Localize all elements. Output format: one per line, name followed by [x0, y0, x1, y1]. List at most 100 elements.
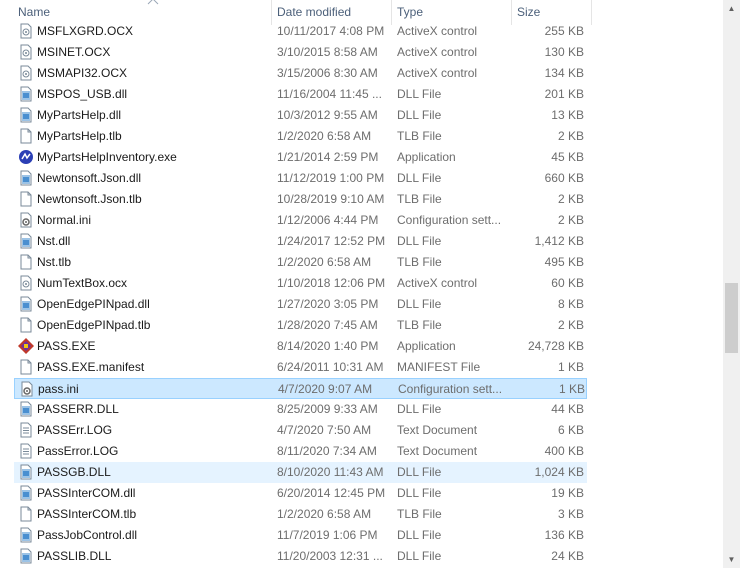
file-date-modified: 1/10/2018 12:06 PM [277, 276, 386, 290]
file-name: MyPartsHelpInventory.exe [37, 150, 177, 164]
file-row[interactable]: PassError.LOG 8/11/2020 7:34 AM Text Docum… [14, 441, 587, 462]
file-size: 1,412 KB [534, 234, 584, 248]
file-name: Nst.tlb [37, 255, 72, 269]
dll-file-icon [18, 485, 34, 501]
file-row[interactable]: PassJobControl.dll 11/7/2019 1:06 PM DLL F… [14, 525, 587, 546]
file-date-modified: 8/11/2020 7:34 AM [277, 444, 377, 458]
file-name: MSINET.OCX [37, 45, 111, 59]
file-size: 6 KB [557, 423, 584, 437]
file-row[interactable]: OpenEdgePINpad.dll 1/27/2020 3:05 PM DLL F… [14, 294, 587, 315]
file-name: MSMAPI32.OCX [37, 66, 128, 80]
file-row[interactable]: MyPartsHelp.dll 10/3/2012 9:55 AM DLL File… [14, 105, 587, 126]
file-row[interactable]: MSMAPI32.OCX 3/15/2006 8:30 AM ActiveX con… [14, 63, 587, 84]
file-name: PASSErr.LOG [37, 423, 113, 437]
file-size: 60 KB [551, 276, 584, 290]
file-row[interactable]: MSFLXGRD.OCX 10/11/2017 4:08 PM ActiveX co… [14, 21, 587, 42]
file-size: 2 KB [557, 318, 584, 332]
file-size: 2 KB [557, 213, 584, 227]
file-row[interactable]: PASS.EXE 8/14/2020 1:40 PM Application 24,7… [14, 336, 587, 357]
file-type: TLB File [397, 129, 442, 143]
file-date-modified: 8/25/2009 9:33 AM [277, 402, 378, 416]
file-type: DLL File [397, 171, 442, 185]
file-size: 8 KB [557, 297, 584, 311]
file-name: Normal.ini [37, 213, 92, 227]
blank-file-icon [18, 254, 34, 270]
file-type: DLL File [397, 87, 442, 101]
file-row[interactable]: OpenEdgePINpad.tlb 1/28/2020 7:45 AM TLB F… [14, 315, 587, 336]
column-header-name-label: Name [18, 5, 51, 19]
file-row[interactable]: NumTextBox.ocx 1/10/2018 12:06 PM ActiveX … [14, 273, 587, 294]
ocx-file-icon [18, 23, 34, 39]
file-size: 45 KB [551, 150, 584, 164]
file-row[interactable]: pass.ini 4/7/2020 9:07 AM Configuration se… [14, 378, 587, 399]
file-type: ActiveX control [397, 45, 478, 59]
file-size: 24,728 KB [527, 339, 584, 353]
dll-file-icon [18, 107, 34, 123]
file-size: 1 KB [557, 360, 584, 374]
file-type: DLL File [397, 486, 442, 500]
file-type: Configuration sett... [397, 213, 502, 227]
file-type: DLL File [397, 108, 442, 122]
file-type: TLB File [397, 507, 442, 521]
file-name: PassError.LOG [37, 444, 119, 458]
file-name: PASSLIB.DLL [37, 549, 112, 563]
file-row[interactable]: PASSERR.DLL 8/25/2009 9:33 AM DLL File 44 K… [14, 399, 587, 420]
vertical-scrollbar[interactable]: ▲ ▼ [723, 0, 740, 568]
file-type: TLB File [397, 255, 442, 269]
file-type: ActiveX control [397, 276, 478, 290]
file-type: Application [397, 150, 456, 164]
file-date-modified: 4/7/2020 9:07 AM [278, 382, 373, 396]
scroll-up-arrow-icon[interactable]: ▲ [723, 0, 740, 17]
file-row[interactable]: PASSErr.LOG 4/7/2020 7:50 AM Text Document… [14, 420, 587, 441]
file-name: MyPartsHelp.dll [37, 108, 122, 122]
file-type: TLB File [397, 318, 442, 332]
file-size: 13 KB [551, 108, 584, 122]
file-row[interactable]: MyPartsHelp.tlb 1/2/2020 6:58 AM TLB File 2… [14, 126, 587, 147]
file-row[interactable]: Nst.tlb 1/2/2020 6:58 AM TLB File 495 KB [14, 252, 587, 273]
dll-file-icon [18, 527, 34, 543]
scrollbar-thumb[interactable] [725, 283, 738, 353]
file-row[interactable]: PASSGB.DLL 8/10/2020 11:43 AM DLL File 1,02… [14, 462, 587, 483]
file-name: PASSERR.DLL [37, 402, 119, 416]
file-row[interactable]: PASSInterCOM.tlb 1/2/2020 6:58 AM TLB File… [14, 504, 587, 525]
file-type: Configuration sett... [398, 382, 503, 396]
file-type: Text Document [397, 444, 478, 458]
file-date-modified: 4/7/2020 7:50 AM [277, 423, 372, 437]
dll-file-icon [18, 86, 34, 102]
file-row[interactable]: MyPartsHelpInventory.exe 1/21/2014 2:59 P… [14, 147, 587, 168]
dll-file-icon [18, 233, 34, 249]
file-row[interactable]: PASSLIB.DLL 11/20/2003 12:31 ... DLL File 2… [14, 546, 587, 567]
file-name: MSFLXGRD.OCX [37, 24, 134, 38]
file-size: 2 KB [557, 192, 584, 206]
file-row[interactable]: Nst.dll 1/24/2017 12:52 PM DLL File 1,412 K… [14, 231, 587, 252]
column-header-date-label: Date modified [277, 5, 352, 19]
column-header-size-label: Size [517, 5, 541, 19]
file-name: Newtonsoft.Json.dll [37, 171, 142, 185]
file-name: PASSGB.DLL [37, 465, 111, 479]
ocx-file-icon [18, 65, 34, 81]
file-type: DLL File [397, 297, 442, 311]
file-date-modified: 10/11/2017 4:08 PM [277, 24, 385, 38]
file-date-modified: 6/20/2014 12:45 PM [277, 486, 386, 500]
scroll-down-arrow-icon[interactable]: ▼ [723, 551, 740, 568]
dll-file-icon [18, 401, 34, 417]
file-date-modified: 1/2/2020 6:58 AM [277, 129, 372, 143]
file-date-modified: 1/2/2020 6:58 AM [277, 507, 372, 521]
file-row[interactable]: Newtonsoft.Json.dll 11/12/2019 1:00 PM DLL… [14, 168, 587, 189]
dll-file-icon [18, 296, 34, 312]
file-type: Text Document [397, 423, 478, 437]
file-date-modified: 1/2/2020 6:58 AM [277, 255, 372, 269]
blank-file-icon [18, 128, 34, 144]
file-row[interactable]: MSPOS_USB.dll 11/16/2004 11:45 ... DLL Fil… [14, 84, 587, 105]
file-size: 495 KB [544, 255, 584, 269]
file-row[interactable]: MSINET.OCX 3/10/2015 8:58 AM ActiveX contr… [14, 42, 587, 63]
file-row[interactable]: Newtonsoft.Json.tlb 10/28/2019 9:10 AM TLB… [14, 189, 587, 210]
file-row[interactable]: PASS.EXE.manifest 6/24/2011 10:31 AM MANIF… [14, 357, 587, 378]
file-date-modified: 11/16/2004 11:45 ... [277, 87, 382, 101]
file-row[interactable]: Normal.ini 1/12/2006 4:44 PM Configuration… [14, 210, 587, 231]
file-row[interactable]: PASSInterCOM.dll 6/20/2014 12:45 PM DLL Fi… [14, 483, 587, 504]
file-date-modified: 10/3/2012 9:55 AM [277, 108, 378, 122]
file-type: DLL File [397, 528, 442, 542]
file-size: 255 KB [544, 24, 584, 38]
blank-file-icon [18, 317, 34, 333]
